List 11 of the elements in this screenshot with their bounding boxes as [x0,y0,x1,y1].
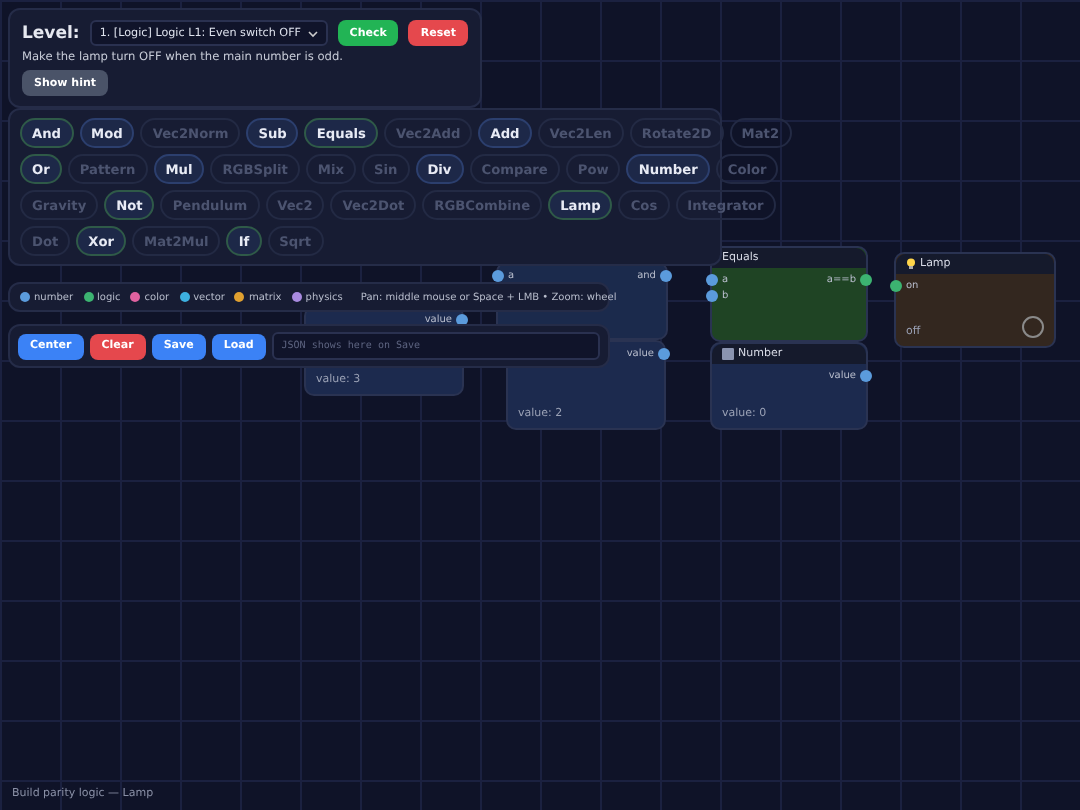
input-port[interactable] [890,280,902,292]
output-port[interactable] [860,370,872,382]
output-port[interactable] [860,274,872,286]
output-port[interactable] [658,348,670,360]
level-label: Level: [22,23,80,43]
chevron-icon [307,29,318,37]
input-port[interactable] [706,290,718,302]
bulb-icon [906,258,916,270]
input-port[interactable] [706,274,718,286]
input-port[interactable] [492,270,504,282]
output-port[interactable] [660,270,672,282]
